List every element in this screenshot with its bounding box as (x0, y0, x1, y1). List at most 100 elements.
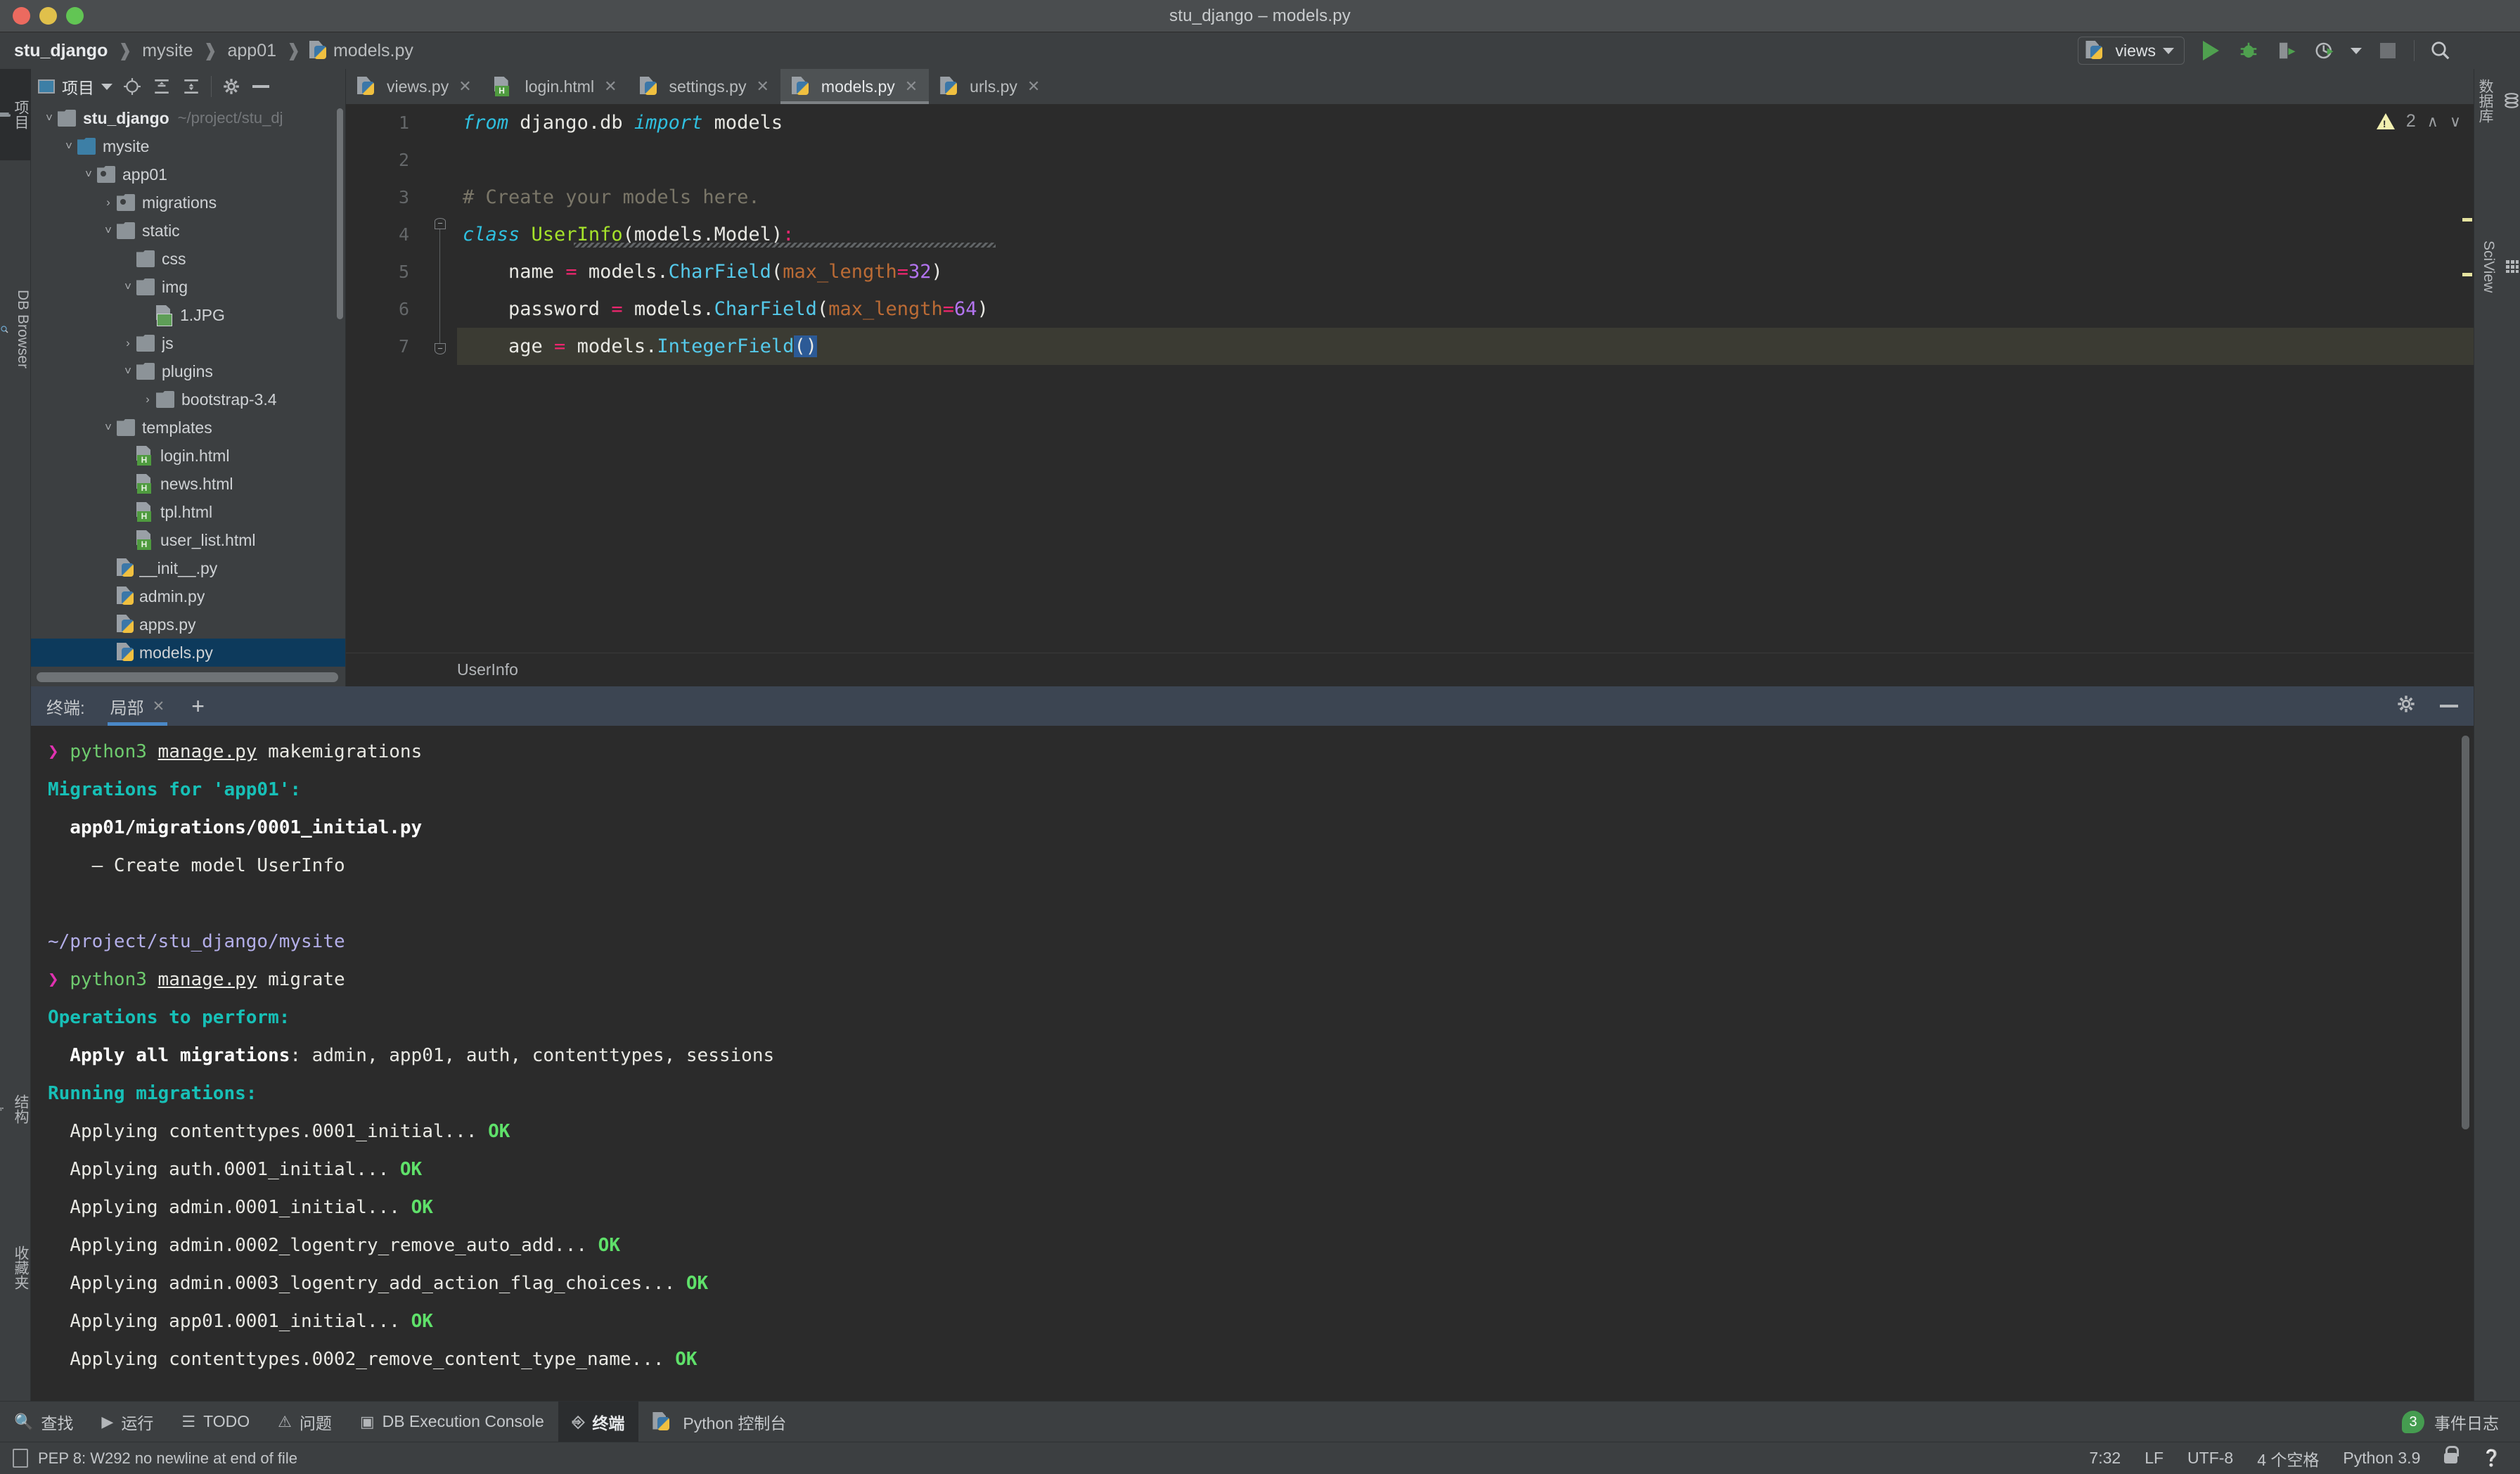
line-separator[interactable]: LF (2145, 1449, 2164, 1468)
sidebar-tab-project[interactable]: 项目 (0, 69, 31, 160)
bottom-tab-terminal[interactable]: ⎆ 终端 (558, 1402, 639, 1442)
tree-item-css[interactable]: css (31, 245, 345, 273)
tree-item-app01[interactable]: ˅app01 (31, 160, 345, 188)
tree-item-news-html[interactable]: news.html (31, 470, 345, 498)
chevron-down-icon[interactable]: ˅ (80, 167, 97, 181)
chevron-down-icon[interactable]: ˅ (100, 421, 117, 435)
bottom-tab-db-execution-console[interactable]: ▣ DB Execution Console (346, 1402, 558, 1442)
lock-icon[interactable] (2444, 1453, 2457, 1463)
run-button[interactable] (2199, 39, 2223, 63)
terminal-scrollbar[interactable] (2462, 736, 2469, 1129)
breadcrumb-item-file[interactable]: models.py (332, 41, 415, 61)
editor-marker-track[interactable] (2462, 138, 2472, 653)
chevron-down-icon[interactable]: ˅ (60, 139, 77, 153)
tree-item-templates[interactable]: ˅templates (31, 414, 345, 442)
bottom-tab-run[interactable]: ▶ 运行 (87, 1402, 167, 1442)
new-terminal-button[interactable]: + (191, 695, 205, 717)
tree-item-login-html[interactable]: login.html (31, 442, 345, 470)
close-icon[interactable]: ✕ (1027, 77, 1040, 96)
tab-views-py[interactable]: views.py ✕ (346, 69, 483, 104)
next-problem-icon[interactable]: ∨ (2450, 113, 2461, 131)
bottom-tab-find[interactable]: 🔍 查找 (0, 1402, 87, 1442)
chevron-down-icon[interactable]: ˅ (41, 111, 58, 125)
sidebar-tab-sciview[interactable]: SciView (2474, 231, 2520, 302)
collapse-all-icon[interactable] (181, 77, 201, 96)
chevron-down-icon[interactable]: ˅ (120, 364, 136, 378)
project-tree-vertical-scrollbar[interactable] (337, 108, 343, 319)
run-configuration-selector[interactable]: views (2078, 37, 2185, 65)
chevron-right-icon[interactable]: › (120, 336, 136, 350)
tab-login-html[interactable]: login.html ✕ (483, 69, 629, 104)
previous-problem-icon[interactable]: ∧ (2427, 113, 2438, 131)
project-tree-horizontal-scrollbar[interactable] (37, 672, 338, 682)
close-icon[interactable]: ✕ (905, 77, 918, 96)
code-editor[interactable]: 1 2 3 4 5 6 7 − − from django.db import … (346, 104, 2474, 686)
sidebar-tab-structure[interactable]: 结构 (0, 1049, 31, 1169)
chevron-right-icon[interactable]: › (139, 392, 156, 406)
tree-item-admin-py[interactable]: admin.py (31, 582, 345, 610)
profile-icon[interactable] (2313, 39, 2336, 63)
chevron-right-icon[interactable]: › (100, 196, 117, 210)
interpreter-selector[interactable]: Python 3.9 (2343, 1449, 2420, 1468)
terminal-tab-local[interactable]: 局部 ✕ (103, 686, 172, 726)
tree-item-apps-py[interactable]: apps.py (31, 610, 345, 639)
hide-panel-icon[interactable] (251, 77, 271, 96)
gear-icon[interactable] (2396, 694, 2416, 719)
expand-all-icon[interactable] (152, 77, 172, 96)
chevron-down-icon[interactable]: ˅ (120, 280, 136, 294)
tree-item-1-jpg[interactable]: 1.JPG (31, 301, 345, 329)
gear-icon[interactable] (221, 77, 241, 96)
tree-item-models-py[interactable]: models.py (31, 639, 345, 667)
code-lines[interactable]: from django.db import models # Create yo… (457, 104, 2474, 653)
tree-item--init-py[interactable]: __init__.py (31, 554, 345, 582)
search-icon[interactable] (2429, 39, 2452, 63)
project-tree[interactable]: ˅stu_django~/project/stu_dj˅mysite˅app01… (31, 104, 345, 667)
indent-setting[interactable]: 4 个空格 (2257, 1447, 2319, 1470)
warning-marker[interactable] (2462, 218, 2472, 222)
bottom-tab-python-console[interactable]: Python 控制台 (638, 1402, 800, 1442)
breadcrumb-item-app01[interactable]: app01 (226, 41, 278, 61)
close-icon[interactable]: ✕ (756, 77, 769, 96)
close-icon[interactable]: ✕ (153, 698, 165, 715)
sidebar-tab-db-browser[interactable]: DB Browser (0, 238, 31, 421)
tree-item-user-list-html[interactable]: user_list.html (31, 526, 345, 554)
hide-panel-icon[interactable] (2440, 705, 2458, 707)
fold-toggle-icon[interactable]: − (435, 343, 446, 354)
project-panel-title[interactable]: 项目 (38, 75, 112, 98)
tree-item-js[interactable]: ›js (31, 329, 345, 357)
code-folding-column[interactable]: − − (423, 104, 457, 653)
more-run-options-icon[interactable] (2351, 48, 2362, 54)
chevron-down-icon[interactable]: ˅ (100, 224, 117, 238)
coverage-icon[interactable] (2275, 39, 2299, 63)
fold-toggle-icon[interactable]: − (435, 218, 446, 229)
tree-item-static[interactable]: ˅static (31, 217, 345, 245)
tab-urls-py[interactable]: urls.py ✕ (929, 69, 1051, 104)
inspection-widget[interactable]: 2 ∧ ∨ (2377, 111, 2461, 132)
tab-models-py[interactable]: models.py ✕ (780, 69, 929, 104)
warning-marker[interactable] (2462, 273, 2472, 276)
tree-item-tpl-html[interactable]: tpl.html (31, 498, 345, 526)
bottom-tab-problems[interactable]: ⚠ 问题 (264, 1402, 346, 1442)
caret-position[interactable]: 7:32 (2089, 1449, 2121, 1468)
tree-item-bootstrap-3-4[interactable]: ›bootstrap-3.4 (31, 385, 345, 414)
help-icon[interactable]: ❔ (2481, 1449, 2502, 1468)
tree-item-mysite[interactable]: ˅mysite (31, 132, 345, 160)
bottom-tab-todo[interactable]: ☰ TODO (167, 1402, 264, 1442)
breadcrumb-item-project[interactable]: stu_django (13, 41, 109, 61)
file-encoding[interactable]: UTF-8 (2187, 1449, 2233, 1468)
editor-structure-breadcrumb[interactable]: UserInfo (346, 653, 2474, 686)
tree-item-stu-django[interactable]: ˅stu_django~/project/stu_dj (31, 104, 345, 132)
stop-button[interactable] (2376, 39, 2400, 63)
sidebar-tab-database[interactable]: 数据库 (2474, 69, 2520, 133)
tree-item-migrations[interactable]: ›migrations (31, 188, 345, 217)
event-log-area[interactable]: 3 事件日志 (2402, 1402, 2520, 1442)
terminal-output[interactable]: ❯ python3 manage.py makemigrationsMigrat… (31, 726, 2474, 1406)
sidebar-tab-favorites[interactable]: 收藏夹 ★ (0, 1197, 31, 1338)
debug-icon[interactable] (2237, 39, 2261, 63)
close-icon[interactable]: ✕ (604, 77, 617, 96)
tab-settings-py[interactable]: settings.py ✕ (629, 69, 780, 104)
locate-icon[interactable] (122, 77, 142, 96)
close-icon[interactable]: ✕ (458, 77, 471, 96)
tree-item-plugins[interactable]: ˅plugins (31, 357, 345, 385)
breadcrumb-item-mysite[interactable]: mysite (141, 41, 194, 61)
